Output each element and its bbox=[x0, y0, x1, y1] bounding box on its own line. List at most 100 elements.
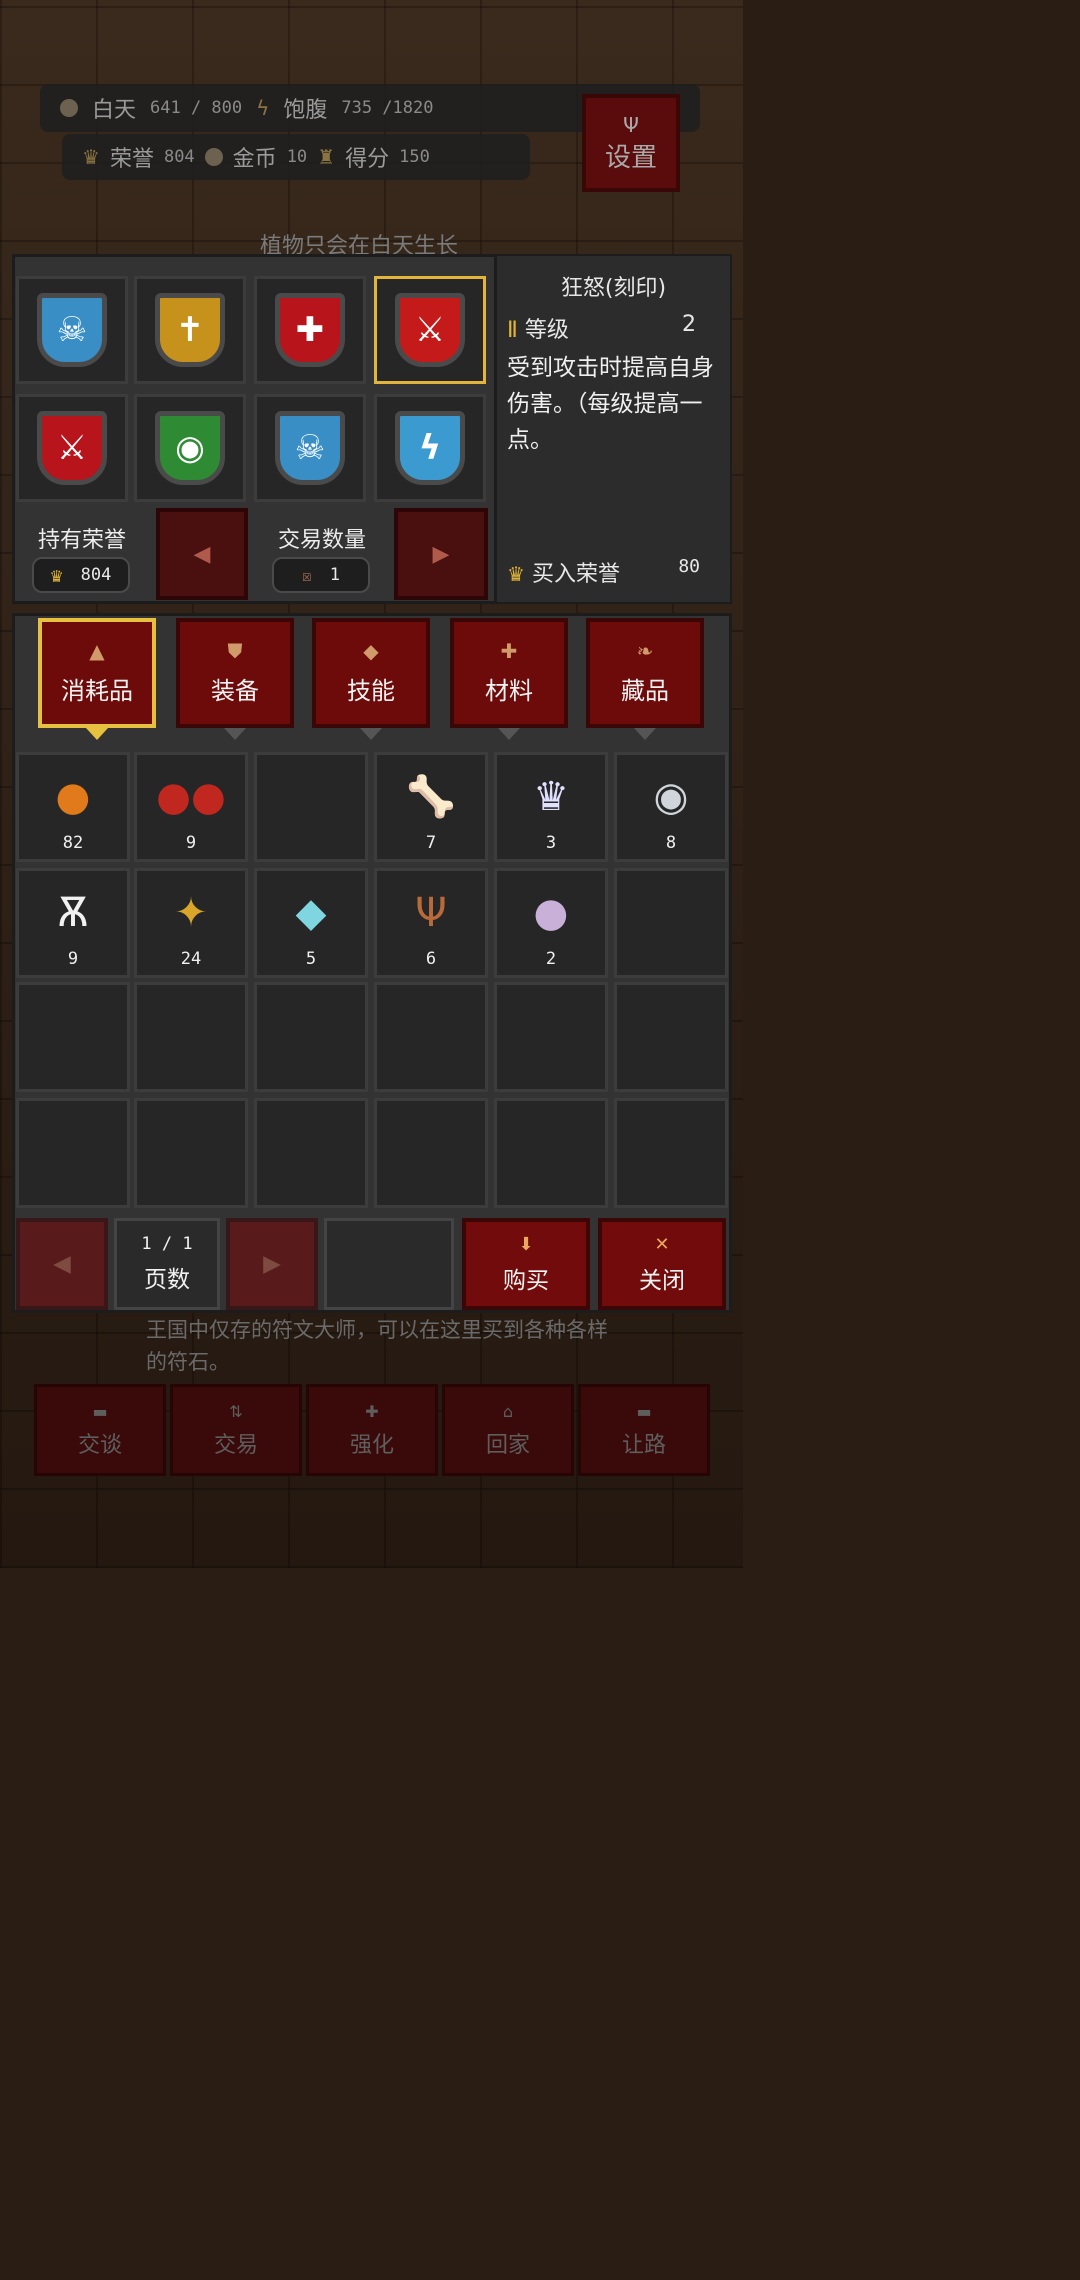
bone-icon: 🦴 bbox=[406, 774, 456, 820]
page-indicator: 1 / 1 页数 bbox=[114, 1218, 220, 1310]
rune-slot[interactable]: ⚔ bbox=[16, 394, 128, 502]
npc-action-button[interactable]: ▬ 让路 bbox=[578, 1384, 710, 1476]
leaf-icon: ❧ bbox=[636, 638, 654, 663]
inventory-slot[interactable]: Ψ6 bbox=[374, 868, 488, 978]
tab-label: 藏品 bbox=[621, 676, 669, 705]
antler-icon: Ψ bbox=[415, 890, 447, 936]
tab-label: 材料 bbox=[485, 676, 533, 705]
inventory-slot[interactable] bbox=[494, 1098, 608, 1208]
pumpkin-icon: ● bbox=[55, 774, 91, 820]
tab-diamond[interactable]: ◆ 技能 bbox=[312, 618, 430, 728]
cross-icon: ✚ bbox=[500, 638, 518, 663]
rune-slot[interactable]: ϟ bbox=[374, 394, 486, 502]
buy-honor-value: 80 bbox=[678, 556, 700, 577]
inventory-slot[interactable] bbox=[254, 982, 368, 1092]
inventory-slot[interactable] bbox=[254, 1098, 368, 1208]
npc-action-button[interactable]: ▬ 交谈 bbox=[34, 1384, 166, 1476]
crown-icon: ♛ bbox=[507, 562, 525, 586]
gold-sword-rune-icon: ✝ bbox=[155, 293, 225, 367]
plus-icon: ✚ bbox=[365, 1401, 379, 1421]
npc-action-button[interactable]: ⌂ 回家 bbox=[442, 1384, 574, 1476]
rune-slot[interactable]: ☠ bbox=[254, 394, 366, 502]
crystal-icon: ◆ bbox=[295, 890, 327, 936]
prev-page-button[interactable]: ◀ bbox=[16, 1218, 108, 1310]
rune-slot[interactable]: ⚔ bbox=[374, 276, 486, 384]
turnip-icon: ● bbox=[533, 890, 569, 936]
inventory-slot[interactable] bbox=[494, 982, 608, 1092]
tab-label: 消耗品 bbox=[61, 676, 133, 705]
item-count: 2 bbox=[545, 949, 557, 969]
inventory-slot[interactable]: ◆ 5 bbox=[254, 868, 368, 978]
inventory-slot[interactable]: ✦ 24 bbox=[134, 868, 248, 978]
arrow-down-icon: ⬇ bbox=[518, 1233, 534, 1255]
inventory-slot[interactable] bbox=[254, 752, 368, 862]
arrow-right-icon: ▶ bbox=[432, 541, 450, 567]
quantity-increase-button[interactable]: ▶ bbox=[394, 508, 488, 600]
tab-label: 技能 bbox=[347, 676, 395, 705]
inventory-slot[interactable]: ● 2 bbox=[494, 868, 608, 978]
satiety-value: 735 /1820 bbox=[341, 98, 434, 118]
angel-wings-icon: Ѫ bbox=[57, 890, 89, 936]
inventory-slot[interactable] bbox=[16, 1098, 130, 1208]
rune-slot[interactable]: ◉ bbox=[134, 394, 246, 502]
tab-pointer-icon bbox=[86, 728, 108, 740]
day-label: 白天 bbox=[92, 98, 137, 123]
arrow-right-icon: ▶ bbox=[263, 1251, 281, 1277]
settings-button[interactable]: Ψ 设置 bbox=[582, 94, 680, 192]
arrow-left-icon: ◀ bbox=[193, 541, 211, 567]
inventory-slot[interactable] bbox=[614, 1098, 728, 1208]
empty-footer-slot bbox=[324, 1218, 454, 1310]
held-honor-value: 804 bbox=[80, 565, 112, 585]
inventory-slot[interactable]: Ѫ9 bbox=[16, 868, 130, 978]
item-count: 82 bbox=[62, 833, 84, 853]
held-honor-label: 持有荣誉 bbox=[37, 528, 126, 553]
quantity-decrease-button[interactable]: ◀ bbox=[156, 508, 248, 600]
home-icon: ⌂ bbox=[502, 1401, 514, 1421]
page-label: 页数 bbox=[144, 1267, 190, 1293]
blue-lightning-rune-icon: ϟ bbox=[395, 411, 465, 485]
item-count: 6 bbox=[425, 949, 437, 969]
rune-slot[interactable]: ✚ bbox=[254, 276, 366, 384]
npc-action-label: 强化 bbox=[349, 1432, 394, 1458]
rune-description: 受到攻击时提高自身伤害。（每级提高一点。 bbox=[507, 355, 714, 453]
tab-pointer-icon bbox=[634, 728, 656, 740]
buy-honor-row: ♛ 买入荣誉 80 bbox=[507, 556, 700, 588]
rune-detail-panel: 狂怒(刻印) Ⅱ 等级 2 受到攻击时提高自身伤害。（每级提高一点。 ♛ 买入荣… bbox=[494, 256, 730, 602]
crown-icon: ♛ bbox=[82, 145, 100, 169]
inventory-slot[interactable] bbox=[614, 982, 728, 1092]
sun-icon bbox=[60, 99, 78, 117]
gold-value: 10 bbox=[286, 147, 308, 167]
inventory-slot[interactable] bbox=[374, 982, 488, 1092]
inventory-slot[interactable]: 🦴 7 bbox=[374, 752, 488, 862]
close-button[interactable]: ✕ 关闭 bbox=[598, 1218, 726, 1310]
inventory-slot[interactable] bbox=[134, 1098, 248, 1208]
inventory-slot[interactable] bbox=[374, 1098, 488, 1208]
tab-pointer-icon bbox=[498, 728, 520, 740]
speech-icon: ▬ bbox=[636, 1401, 652, 1421]
inventory-slot[interactable]: ● 82 bbox=[16, 752, 130, 862]
trophy-icon: ♜ bbox=[317, 145, 336, 169]
inventory-slot[interactable]: ♛ 3 bbox=[494, 752, 608, 862]
tab-cross[interactable]: ✚ 材料 bbox=[450, 618, 568, 728]
inventory-slot[interactable]: ◉ 8 bbox=[614, 752, 728, 862]
inventory-slot[interactable] bbox=[134, 982, 248, 1092]
buy-button[interactable]: ⬇ 购买 bbox=[462, 1218, 590, 1310]
npc-action-button[interactable]: ✚ 强化 bbox=[306, 1384, 438, 1476]
crown-icon: ♛ bbox=[533, 774, 569, 820]
arrow-left-icon: ◀ bbox=[53, 1251, 71, 1277]
inventory-slot[interactable]: ●● 9 bbox=[134, 752, 248, 862]
rune-slot[interactable]: ☠ bbox=[16, 276, 128, 384]
rune-slot[interactable]: ✝ bbox=[134, 276, 246, 384]
day-value: 641 / 800 bbox=[150, 98, 243, 118]
inventory-slot[interactable] bbox=[614, 868, 728, 978]
item-count: 3 bbox=[545, 833, 557, 853]
trade-icon: ⇅ bbox=[229, 1401, 243, 1421]
tab-shield[interactable]: ⛊ 装备 bbox=[176, 618, 294, 728]
next-page-button[interactable]: ▶ bbox=[226, 1218, 318, 1310]
tab-leaf[interactable]: ❧ 藏品 bbox=[586, 618, 704, 728]
tab-label: 装备 bbox=[211, 676, 259, 705]
npc-action-button[interactable]: ⇅ 交易 bbox=[170, 1384, 302, 1476]
settings-label: 设置 bbox=[604, 142, 657, 173]
inventory-slot[interactable] bbox=[16, 982, 130, 1092]
tab-flask[interactable]: ▲ 消耗品 bbox=[38, 618, 156, 728]
